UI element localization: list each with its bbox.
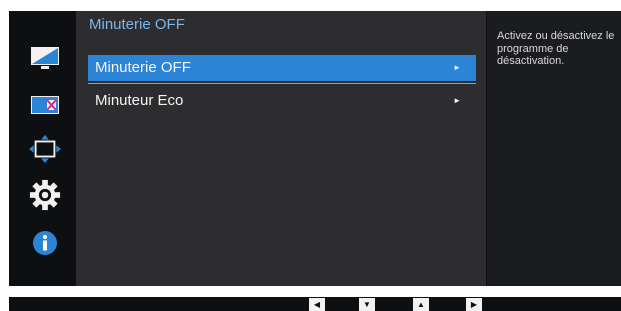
osd-sidebar	[9, 11, 76, 286]
up-arrow-icon[interactable]: ▲	[413, 298, 429, 311]
menu-item-minuteur-eco[interactable]: Minuteur Eco ►	[88, 88, 476, 114]
color-icon[interactable]	[29, 91, 61, 119]
help-text: Activez ou désactivez le programme de dé…	[497, 30, 615, 67]
menu-item-label: Minuteur Eco	[95, 92, 184, 109]
menu-item-label: Minuterie OFF	[95, 59, 191, 76]
down-arrow-icon[interactable]: ▼	[359, 298, 375, 311]
submenu-arrow-icon: ►	[453, 63, 461, 72]
settings-gear-icon[interactable]	[29, 179, 61, 211]
right-arrow-icon[interactable]: ▶	[466, 298, 482, 311]
menu-item-minuterie-off[interactable]: Minuterie OFF ►	[88, 55, 476, 84]
size-position-icon[interactable]	[29, 134, 61, 164]
left-arrow-icon[interactable]: ◀	[309, 298, 325, 311]
menu-title: Minuterie OFF	[89, 16, 185, 33]
info-icon[interactable]	[29, 229, 61, 257]
picture-icon[interactable]	[29, 44, 61, 72]
menu-panel	[76, 11, 486, 286]
submenu-arrow-icon: ►	[453, 96, 461, 105]
